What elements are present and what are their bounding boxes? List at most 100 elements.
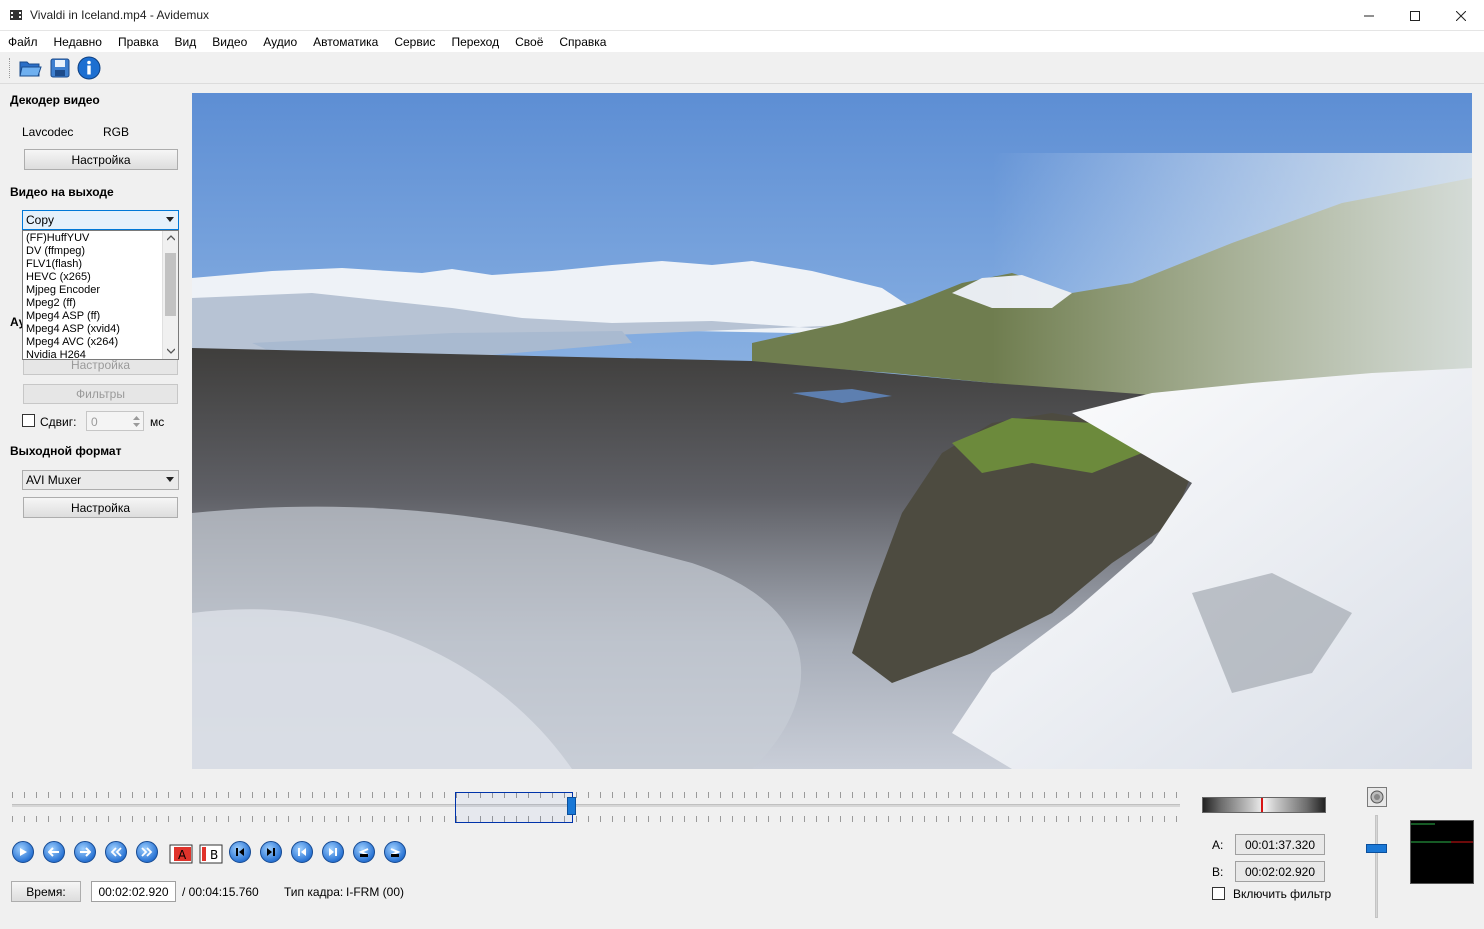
dropdown-option[interactable]: Mpeg4 ASP (xvid4) [26,323,120,336]
menu-file[interactable]: Файл [0,31,46,52]
close-icon [1456,10,1466,21]
menu-go[interactable]: Переход [443,31,507,52]
maximize-button[interactable] [1392,0,1438,31]
app-icon [9,8,23,22]
close-button[interactable] [1438,0,1484,31]
go-to-last-frame-button[interactable] [384,841,410,867]
decoder-codec: Lavcodec [22,125,74,139]
shift-spinbox[interactable]: 0 [86,411,144,431]
speaker-icon [1370,790,1384,804]
previous-keyframe-button[interactable] [105,841,131,867]
shift-checkbox[interactable] [22,414,35,427]
menu-recent[interactable]: Недавно [46,31,110,52]
enable-filter-label: Включить фильтр [1233,887,1332,901]
next-keyframe-button[interactable] [136,841,162,867]
play-button[interactable] [12,841,38,867]
decoder-colorspace: RGB [103,125,130,139]
next-cut-icon [260,841,282,863]
save-disk-icon [50,58,70,78]
decoder-settings-button[interactable]: Настройка [24,149,178,170]
timeline-cursor[interactable] [567,797,576,815]
audio-vu-meter [1202,797,1326,813]
go-to-last-frame-icon [384,841,406,863]
previous-cut-button[interactable] [229,841,255,867]
menu-audio[interactable]: Аудио [255,31,305,52]
next-frame-icon [74,841,96,863]
shift-label: Сдвиг: [40,415,77,429]
dropdown-option[interactable]: Mpeg4 AVC (x264) [26,336,118,349]
dropdown-option[interactable]: Nvidia H264 [26,349,86,359]
next-keyframe-icon [136,841,158,863]
set-marker-a-button[interactable]: A [168,841,194,867]
video-codec-selected: Copy [26,213,55,227]
svg-text:A: A [178,848,187,862]
go-to-marker-a-icon [291,841,313,863]
set-marker-b-icon: B [199,844,223,864]
shift-unit: мс [150,415,165,429]
go-to-first-frame-button[interactable] [353,841,379,867]
total-time: / 00:04:15.760 [182,885,259,899]
chevron-down-icon [166,217,174,222]
maximize-icon [1410,10,1420,21]
dropdown-option[interactable]: Mpeg4 ASP (ff) [26,310,100,323]
marker-b-label: B: [1212,865,1224,879]
video-preview [192,93,1472,769]
video-codec-dropdown: (FF)HuffYUV DV (ffmpeg) FLV1(flash) HEVC… [22,230,179,360]
menu-auto[interactable]: Автоматика [305,31,386,52]
minimize-icon [1364,15,1374,16]
go-to-first-frame-icon [353,841,375,863]
timeline-track[interactable] [12,804,1180,807]
histogram-graph [1411,823,1473,843]
video-output-title: Видео на выходе [10,185,114,199]
shift-value: 0 [91,415,98,429]
output-format-settings-button[interactable]: Настройка [23,497,178,518]
histogram-display [1410,820,1474,884]
next-cut-button[interactable] [260,841,286,867]
scroll-down-icon [167,348,175,354]
dropdown-option[interactable]: (FF)HuffYUV [26,232,89,245]
next-frame-button[interactable] [74,841,100,867]
time-button[interactable]: Время: [11,881,81,902]
open-button[interactable] [17,55,43,81]
menu-tools[interactable]: Сервис [386,31,443,52]
previous-frame-button[interactable] [43,841,69,867]
dropdown-option[interactable]: HEVC (x265) [26,271,91,284]
set-marker-b-button[interactable]: B [198,841,224,867]
timeline-selection [455,792,573,823]
marker-b-field: 00:02:02.920 [1235,861,1325,882]
title-bar: Vivaldi in Iceland.mp4 - Avidemux [0,0,1484,31]
enable-filter-checkbox[interactable] [1212,887,1225,900]
open-folder-icon [19,61,42,77]
dropdown-option[interactable]: DV (ffmpeg) [26,245,85,258]
toolbar-grip [9,58,12,78]
dropdown-scrollbar[interactable] [162,231,178,359]
save-button[interactable] [47,55,73,81]
menu-help[interactable]: Справка [551,31,614,52]
go-to-marker-a-button[interactable] [291,841,317,867]
menu-edit[interactable]: Правка [110,31,167,52]
dropdown-option[interactable]: Mpeg2 (ff) [26,297,76,310]
volume-button[interactable] [1367,787,1387,807]
volume-slider-track[interactable] [1375,815,1378,918]
info-icon [77,56,101,80]
play-icon [12,841,34,863]
volume-slider-handle[interactable] [1366,844,1387,853]
info-button[interactable] [76,55,102,81]
menu-custom[interactable]: Своё [507,31,551,52]
go-to-marker-b-button[interactable] [322,841,348,867]
menu-bar: Файл Недавно Правка Вид Видео Аудио Авто… [0,31,1484,52]
minimize-button[interactable] [1346,0,1392,31]
audio-filters-button[interactable]: Фильтры [23,384,178,404]
video-codec-select[interactable]: Copy [22,210,179,230]
menu-view[interactable]: Вид [167,31,205,52]
set-marker-a-icon: A [169,844,193,864]
output-format-select[interactable]: AVI Muxer [22,470,179,490]
timeline-ticks-top [12,792,1180,798]
dropdown-option[interactable]: Mjpeg Encoder [26,284,100,297]
menu-video[interactable]: Видео [204,31,255,52]
previous-keyframe-icon [105,841,127,863]
spin-arrows-icon [133,416,140,427]
scrollbar-thumb[interactable] [165,253,176,316]
current-time-field[interactable]: 00:02:02.920 [91,881,176,902]
dropdown-option[interactable]: FLV1(flash) [26,258,82,271]
